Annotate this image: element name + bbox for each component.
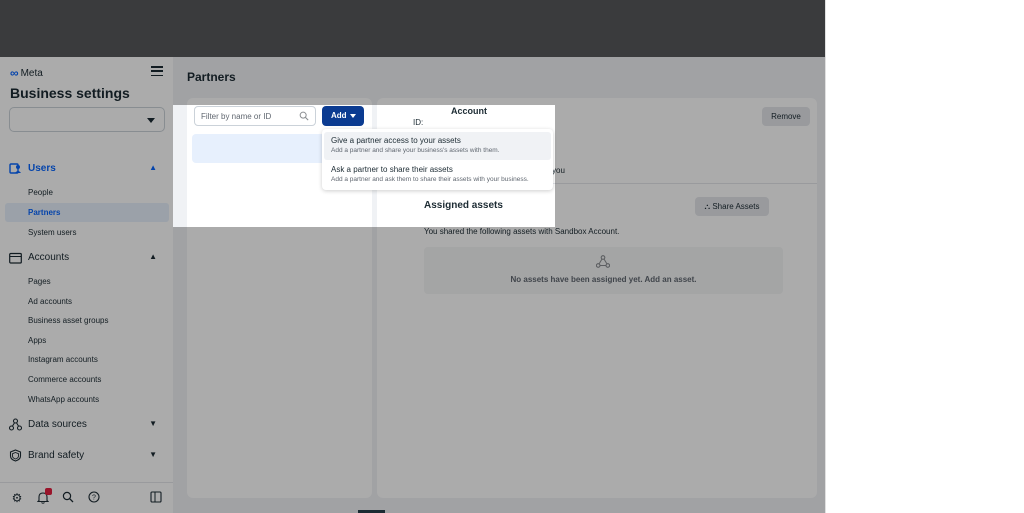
shared-by-you-text: you xyxy=(552,166,565,175)
account-id-label: ID: xyxy=(413,118,424,127)
sidebar-item-commerce-accounts[interactable]: Commerce accounts xyxy=(28,375,101,384)
svg-text:?: ? xyxy=(92,495,96,502)
gear-icon[interactable]: ⚙ xyxy=(10,491,24,505)
shared-assets-description: You shared the following assets with San… xyxy=(424,227,620,236)
top-bar xyxy=(0,0,825,57)
sidebar-section-users[interactable]: Users ▲ xyxy=(9,162,159,175)
option-title: Give a partner access to your assets xyxy=(331,136,461,145)
sidebar-section-data-sources[interactable]: Data sources ▼ xyxy=(9,418,159,431)
empty-assets-box: No assets have been assigned yet. Add an… xyxy=(424,247,783,294)
assets-icon xyxy=(595,255,611,271)
sidebar-item-partners[interactable]: Partners xyxy=(5,203,169,222)
chevron-up-icon: ▲ xyxy=(149,252,157,261)
shield-icon xyxy=(9,449,22,462)
sidebar-item-business-asset-groups[interactable]: Business asset groups xyxy=(28,316,109,325)
sidebar-item-instagram-accounts[interactable]: Instagram accounts xyxy=(28,355,98,364)
users-label: Users xyxy=(28,163,56,174)
meta-logo-text: Meta xyxy=(20,67,43,79)
remove-button[interactable]: Remove xyxy=(762,107,810,126)
option-give-partner-access[interactable]: Give a partner access to your assets Add… xyxy=(324,132,551,160)
help-icon[interactable]: ? xyxy=(87,491,101,505)
panel-toggle-icon[interactable] xyxy=(149,491,163,505)
data-sources-label: Data sources xyxy=(28,419,87,430)
briefcase-icon xyxy=(9,251,22,264)
add-button-label: Add xyxy=(331,111,347,120)
page-title: Partners xyxy=(187,70,236,84)
sidebar-item-ad-accounts[interactable]: Ad accounts xyxy=(28,297,72,306)
search-icon[interactable] xyxy=(61,491,75,505)
chevron-down-icon xyxy=(147,118,155,123)
business-selector[interactable] xyxy=(9,107,165,132)
sidebar-item-people[interactable]: People xyxy=(28,188,53,197)
menu-icon[interactable] xyxy=(151,66,163,76)
chevron-up-icon: ▲ xyxy=(149,163,157,172)
sidebar-item-system-users[interactable]: System users xyxy=(28,228,76,237)
filter-placeholder: Filter by name or ID xyxy=(201,112,272,121)
sidebar-footer: ⚙ ? xyxy=(0,482,173,513)
share-assets-button[interactable]: ⛬ Share Assets xyxy=(695,197,769,216)
sidebar-section-accounts[interactable]: Accounts ▲ xyxy=(9,251,159,264)
caret-down-icon xyxy=(350,114,356,118)
sidebar-item-whatsapp-accounts[interactable]: WhatsApp accounts xyxy=(28,395,99,404)
option-ask-partner-share[interactable]: Ask a partner to share their assets Add … xyxy=(324,161,551,189)
chevron-down-icon: ▼ xyxy=(149,450,157,459)
sidebar-item-apps[interactable]: Apps xyxy=(28,336,46,345)
accounts-label: Accounts xyxy=(28,252,70,263)
share-icon: ⛬ xyxy=(704,202,711,211)
sidebar: ∞ Meta Business settings Users ▲ People … xyxy=(0,57,173,513)
brand-safety-label: Brand safety xyxy=(28,450,85,461)
add-button[interactable]: Add xyxy=(322,106,364,126)
filter-input[interactable]: Filter by name or ID xyxy=(194,106,316,126)
search-icon xyxy=(299,111,309,123)
sidebar-item-pages[interactable]: Pages xyxy=(28,277,51,286)
chevron-down-icon: ▼ xyxy=(149,419,157,428)
option-title: Ask a partner to share their assets xyxy=(331,165,453,174)
meta-logo[interactable]: ∞ Meta xyxy=(10,66,43,80)
business-settings-window: ∞ Meta Business settings Users ▲ People … xyxy=(0,0,826,513)
sidebar-section-brand-safety[interactable]: Brand safety ▼ xyxy=(9,449,159,462)
assigned-assets-title: Assigned assets xyxy=(424,200,503,211)
share-assets-label: Share Assets xyxy=(712,202,760,211)
page-heading: Business settings xyxy=(10,85,130,101)
users-icon xyxy=(9,162,22,175)
data-sources-icon xyxy=(9,418,22,431)
add-partner-dropdown: Give a partner access to your assets Add… xyxy=(322,129,553,190)
notification-badge xyxy=(45,488,52,495)
option-description: Add a partner and share your business's … xyxy=(331,147,500,154)
account-heading: Account xyxy=(451,106,487,116)
option-description: Add a partner and ask them to share thei… xyxy=(331,176,529,183)
empty-assets-text: No assets have been assigned yet. Add an… xyxy=(510,275,697,284)
meta-infinity-icon: ∞ xyxy=(10,66,19,80)
